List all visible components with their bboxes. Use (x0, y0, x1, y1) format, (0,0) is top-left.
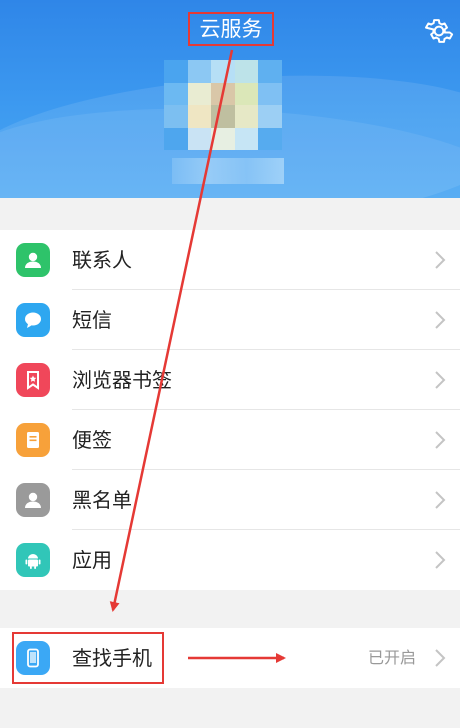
contacts-icon (16, 243, 50, 277)
bookmark-icon (16, 363, 50, 397)
avatar (164, 60, 282, 150)
gear-icon[interactable] (424, 16, 454, 46)
header: 云服务 (0, 0, 460, 198)
menu-item-bookmarks[interactable]: 浏览器书签 (0, 350, 460, 410)
highlight-box (12, 632, 164, 684)
menu-item-messages[interactable]: 短信 (0, 290, 460, 350)
chevron-right-icon (435, 551, 446, 569)
chevron-right-icon (435, 371, 446, 389)
menu-item-label: 便签 (72, 428, 112, 452)
android-icon (16, 543, 50, 577)
chevron-right-icon (435, 649, 446, 667)
menu-item-label: 黑名单 (72, 488, 132, 512)
chevron-right-icon (435, 491, 446, 509)
page-title: 云服务 (188, 12, 274, 46)
menu-item-label: 联系人 (72, 248, 132, 272)
menu-item-label: 应用 (72, 548, 112, 572)
note-icon (16, 423, 50, 457)
blacklist-icon (16, 483, 50, 517)
menu-item-contacts[interactable]: 联系人 (0, 230, 460, 290)
menu-item-apps[interactable]: 应用 (0, 530, 460, 590)
chevron-right-icon (435, 251, 446, 269)
menu-item-blacklist[interactable]: 黑名单 (0, 470, 460, 530)
menu-item-label: 浏览器书签 (72, 368, 172, 392)
username-placeholder (172, 158, 284, 184)
sync-menu: 联系人 短信 浏览器书签 便签 黑名单 应用 (0, 230, 460, 590)
menu-item-label: 短信 (72, 308, 112, 332)
menu-item-notes[interactable]: 便签 (0, 410, 460, 470)
find-phone-status: 已开启 (367, 648, 416, 667)
chevron-right-icon (435, 311, 446, 329)
message-icon (16, 303, 50, 337)
chevron-right-icon (435, 431, 446, 449)
